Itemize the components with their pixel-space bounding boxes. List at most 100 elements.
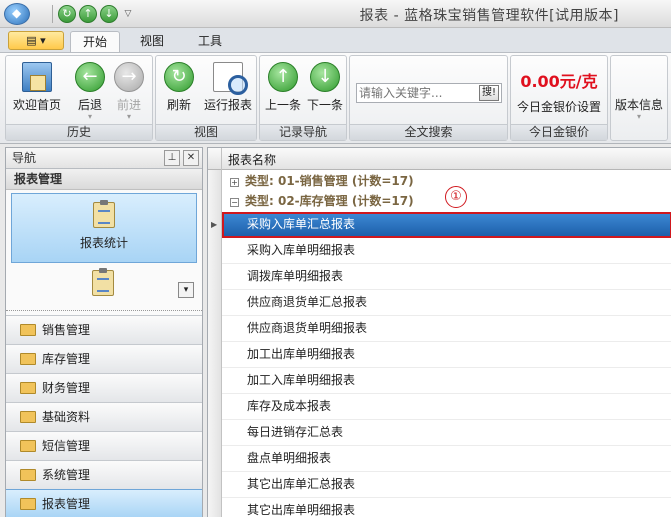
home-label: 欢迎首页 (12, 98, 61, 112)
sidebar-item-system[interactable]: 系统管理 (6, 460, 202, 489)
table-row[interactable]: 加工入库单明细报表 (222, 368, 671, 394)
refresh-icon: ↻ (164, 62, 194, 92)
report-statistics-label: 报表统计 (79, 236, 128, 250)
quick-access-toolbar: ↻ ↑ ↓ ▽ (50, 5, 135, 23)
sidebar-item-sms[interactable]: 短信管理 (6, 431, 202, 460)
report-statistics-button[interactable]: 报表统计 (11, 193, 197, 263)
app-menu-orb-icon[interactable] (4, 3, 30, 25)
qat-separator (52, 5, 53, 23)
qat-dropdown-icon[interactable]: ▽ (121, 5, 135, 23)
close-icon[interactable]: ✕ (183, 150, 199, 166)
group-fulltext-label: 全文搜索 (350, 124, 507, 140)
up-arrow-icon[interactable]: ↑ (79, 5, 97, 23)
group-history-label: 历史 (6, 124, 152, 140)
prev-record-button[interactable]: ↑ 上一条 (262, 60, 304, 122)
table-row[interactable]: 供应商退货单明细报表 (222, 316, 671, 342)
group-view: ↻ 刷新 运行报表 视图 (155, 55, 257, 141)
clipboard-pencil-icon (92, 268, 114, 296)
window-title: 报表 - 蓝格珠宝销售管理软件[试用版本] (359, 8, 619, 24)
next-record-button[interactable]: ↓ 下一条 (304, 60, 346, 122)
group-version: 版本信息 ▾ (610, 55, 668, 141)
sidebar-item-label: 短信管理 (42, 439, 91, 453)
group-row-sales[interactable]: + 类型: 01-销售管理 (计数=17) (222, 172, 671, 192)
ribbon: 欢迎首页 ← 后退 ▾ → 前进 ▾ 历史 ↻ 刷新 运行报表 视图 ↑ 上一条 (0, 52, 671, 144)
table-row[interactable]: 调拨库单明细报表 (222, 264, 671, 290)
table-row[interactable]: 盘点单明细报表 (222, 446, 671, 472)
sidebar-item-finance[interactable]: 财务管理 (6, 373, 202, 402)
refresh-icon[interactable]: ↻ (58, 5, 76, 23)
column-header-report-name[interactable]: 报表名称 (228, 151, 276, 168)
group-gold-price: 0.00元/克 今日金银价设置 今日金银价 (510, 55, 608, 141)
tab-view[interactable]: 视图 (128, 31, 176, 52)
gold-price-value: 0.00元/克 (520, 72, 598, 91)
run-report-button[interactable]: 运行报表 (200, 60, 256, 122)
sidebar-item-label: 系统管理 (42, 468, 91, 482)
folder-icon (20, 498, 36, 510)
folder-icon (20, 382, 36, 394)
table-row[interactable]: 其它出库单汇总报表 (222, 472, 671, 498)
table-row[interactable]: 采购入库单明细报表 (222, 238, 671, 264)
refresh-button[interactable]: ↻ 刷新 (158, 60, 200, 122)
group-record-nav-label: 记录导航 (260, 124, 346, 140)
folder-icon (20, 324, 36, 336)
table-row[interactable]: 供应商退货单汇总报表 (222, 290, 671, 316)
refresh-label: 刷新 (166, 98, 191, 112)
sidebar-item-label: 销售管理 (42, 323, 91, 337)
grid-header: 报表名称 (208, 148, 671, 170)
forward-label: 前进 (116, 98, 141, 112)
prev-record-label: 上一条 (264, 98, 301, 112)
home-button[interactable]: 欢迎首页 (8, 60, 66, 122)
table-row[interactable]: 加工出库单明细报表 (222, 342, 671, 368)
expand-icon[interactable]: + (230, 178, 239, 187)
nav-secondary-item[interactable]: ▾ (6, 266, 202, 310)
group-fulltext-search: 搜! 全文搜索 (349, 55, 508, 141)
search-button[interactable]: 搜! (479, 85, 499, 101)
version-info-label: 版本信息 (614, 98, 663, 112)
sidebar-item-inventory[interactable]: 库存管理 (6, 344, 202, 373)
version-dropdown-icon[interactable]: ▾ (613, 113, 665, 121)
sidebar-item-sales[interactable]: 销售管理 (6, 315, 202, 344)
sidebar-item-label: 基础资料 (42, 410, 91, 424)
grid-corner (208, 148, 222, 170)
group-record-nav: ↑ 上一条 ↓ 下一条 记录导航 (259, 55, 347, 141)
gold-price-settings-button[interactable]: 今日金银价设置 (511, 98, 607, 115)
sidebar-item-label: 库存管理 (42, 352, 91, 366)
nav-header-title: 导航 (12, 151, 37, 165)
group-row-label: 类型: 02-库存管理 (计数=17) (245, 194, 414, 208)
table-row[interactable]: 采购入库单汇总报表 (222, 212, 671, 238)
sidebar-item-reports[interactable]: 报表管理 (6, 489, 202, 517)
table-row[interactable]: 库存及成本报表 (222, 394, 671, 420)
folder-icon (20, 469, 36, 481)
application-menu-button[interactable]: ▤ ▾ (8, 31, 64, 50)
sidebar-item-basic-data[interactable]: 基础资料 (6, 402, 202, 431)
down-arrow-icon[interactable]: ↓ (100, 5, 118, 23)
annotation-marker: ① (445, 186, 467, 208)
home-icon (22, 62, 52, 92)
nav-splitter[interactable] (6, 310, 202, 314)
group-gold-label: 今日金银价 (511, 124, 607, 140)
next-record-label: 下一条 (306, 98, 343, 112)
navigation-panel: 导航 ⊥ ✕ 报表管理 报表统计 ▾ 销售管理 库存管理 财务管理 基础资料 短… (5, 147, 203, 517)
run-report-label: 运行报表 (203, 98, 252, 112)
collapse-icon[interactable]: − (230, 198, 239, 207)
chevron-down-icon[interactable]: ▾ (178, 282, 194, 298)
table-row[interactable]: 每日进销存汇总表 (222, 420, 671, 446)
pin-icon[interactable]: ⊥ (164, 150, 180, 166)
folder-icon (20, 440, 36, 452)
search-input[interactable] (359, 85, 477, 101)
ribbon-tab-row: ▤ ▾ 开始 视图 工具 (0, 28, 671, 52)
nav-section-title: 报表管理 (6, 169, 202, 190)
group-view-label: 视图 (156, 124, 256, 140)
current-row-indicator-icon: ▶ (211, 220, 218, 229)
search-box: 搜! (356, 83, 502, 103)
back-arrow-icon: ← (75, 62, 105, 92)
forward-dropdown-icon[interactable]: ▾ (106, 113, 152, 121)
forward-button[interactable]: → 前进 ▾ (106, 60, 152, 122)
folder-icon (20, 353, 36, 365)
group-history: 欢迎首页 ← 后退 ▾ → 前进 ▾ 历史 (5, 55, 153, 141)
tab-home[interactable]: 开始 (70, 31, 121, 52)
tab-tools[interactable]: 工具 (186, 31, 234, 52)
nav-header: 导航 ⊥ ✕ (6, 148, 202, 169)
table-row[interactable]: 其它出库单明细报表 (222, 498, 671, 517)
up-arrow-icon: ↑ (268, 62, 298, 92)
